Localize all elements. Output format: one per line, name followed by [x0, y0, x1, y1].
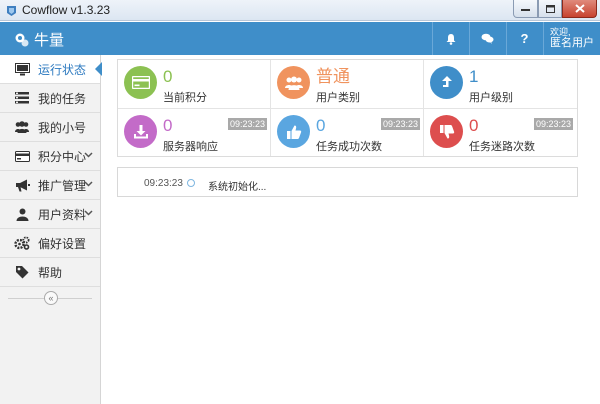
- stat-value: 0: [163, 116, 173, 135]
- thumbs-up-icon: [277, 115, 310, 148]
- minimize-button[interactable]: [513, 0, 538, 18]
- stat-value: 1: [469, 67, 479, 86]
- stat-label: 当前积分: [163, 92, 207, 104]
- stat-value: 0: [163, 67, 173, 86]
- collapse-sidebar-button[interactable]: «: [44, 291, 58, 305]
- sidebar-item-credits[interactable]: 积分中心: [0, 142, 100, 171]
- sidebar-item-label: 我的小号: [38, 120, 87, 135]
- sidebar-item-label: 推广管理: [38, 178, 87, 193]
- gears-icon: [14, 235, 30, 251]
- sidebar-item-label: 帮助: [38, 265, 63, 280]
- stat-value: 普通: [316, 67, 350, 86]
- user-icon: [14, 206, 30, 222]
- stat-user-level: 1 用户级别: [424, 60, 577, 108]
- sidebar-collapse-row: «: [0, 287, 100, 309]
- stat-timestamp: 09:23:23: [227, 118, 267, 130]
- credit-card-icon: [14, 148, 30, 164]
- log-time: 09:23:23: [144, 178, 183, 189]
- window-titlebar: Cowflow v1.3.23: [0, 0, 600, 21]
- stat-label: 任务迷路次数: [469, 141, 535, 153]
- stat-timestamp: 09:23:23: [533, 118, 573, 130]
- sidebar-item-label: 运行状态: [38, 62, 87, 77]
- stat-current-points: 0 当前积分: [118, 60, 271, 108]
- user-greeting: 欢迎,: [550, 27, 571, 37]
- stats-panel: 0 当前积分 普通 用户类别 1 用户级别 0 服务器响应 09:23:23 0…: [117, 59, 578, 157]
- sidebar-item-label: 用户资料: [38, 207, 87, 222]
- sidebar-item-label: 偏好设置: [38, 236, 87, 251]
- sidebar-item-status[interactable]: 运行状态: [0, 55, 102, 84]
- stat-label: 用户类别: [316, 92, 360, 104]
- window-title: Cowflow v1.3.23: [22, 3, 111, 17]
- user-menu[interactable]: 欢迎, 匿名用户: [543, 22, 600, 55]
- chevron-down-icon: [84, 181, 93, 187]
- thumbs-down-icon: [430, 115, 463, 148]
- minimize-icon: [521, 8, 530, 11]
- stat-label: 服务器响应: [163, 141, 218, 153]
- stat-user-category: 普通 用户类别: [271, 60, 424, 108]
- level-up-icon: [430, 66, 463, 99]
- chevron-down-icon: [84, 210, 93, 216]
- brand-logo-icon: [15, 33, 29, 46]
- brand: 牛量: [14, 29, 64, 50]
- tag-icon: [14, 264, 30, 280]
- stat-server-response: 0 服务器响应 09:23:23: [118, 109, 271, 157]
- comments-icon: [481, 33, 494, 44]
- bell-icon: [446, 33, 455, 45]
- stat-timestamp: 09:23:23: [380, 118, 420, 130]
- stat-value: 0: [316, 116, 326, 135]
- close-button[interactable]: [562, 0, 597, 18]
- close-icon: [574, 4, 585, 13]
- help-button[interactable]: ?: [506, 22, 542, 55]
- notifications-button[interactable]: [432, 22, 468, 55]
- sidebar-item-accounts[interactable]: 我的小号: [0, 113, 100, 142]
- question-mark-icon: ?: [520, 31, 529, 46]
- log-panel: 09:23:23 系统初始化...: [117, 167, 578, 197]
- stat-label: 任务成功次数: [316, 141, 382, 153]
- users-icon: [14, 119, 30, 135]
- app-header: 牛量 ? 欢迎, 匿名用户: [0, 22, 600, 55]
- stat-task-lost: 0 任务迷路次数 09:23:23: [424, 109, 577, 157]
- timeline-dot-icon: [187, 179, 195, 187]
- messages-button[interactable]: [469, 22, 505, 55]
- maximize-button[interactable]: [538, 0, 562, 18]
- log-text: 系统初始化...: [208, 182, 267, 193]
- sidebar: 运行状态 我的任务 我的小号 积分中心 推广管理 用户资料 偏好设置 帮助 «: [0, 55, 102, 404]
- download-icon: [124, 115, 157, 148]
- sidebar-item-label: 积分中心: [38, 149, 87, 164]
- user-name: 匿名用户: [550, 37, 594, 49]
- brand-name: 牛量: [34, 32, 65, 49]
- megaphone-icon: [14, 177, 30, 193]
- task-list-icon: [14, 90, 30, 106]
- maximize-icon: [545, 4, 555, 13]
- chevron-down-icon: [84, 152, 93, 158]
- stat-task-success: 0 任务成功次数 09:23:23: [271, 109, 424, 157]
- stat-label: 用户级别: [469, 92, 513, 104]
- stat-value: 0: [469, 116, 479, 135]
- sidebar-item-profile[interactable]: 用户资料: [0, 200, 100, 229]
- sidebar-item-preferences[interactable]: 偏好设置: [0, 229, 100, 258]
- sidebar-item-label: 我的任务: [38, 91, 87, 106]
- credit-card-icon: [124, 66, 157, 99]
- group-icon: [277, 66, 310, 99]
- sidebar-item-help[interactable]: 帮助: [0, 258, 100, 287]
- sidebar-item-tasks[interactable]: 我的任务: [0, 84, 100, 113]
- app-logo-icon: [7, 6, 16, 16]
- sidebar-item-promotion[interactable]: 推广管理: [0, 171, 100, 200]
- monitor-icon: [14, 61, 30, 77]
